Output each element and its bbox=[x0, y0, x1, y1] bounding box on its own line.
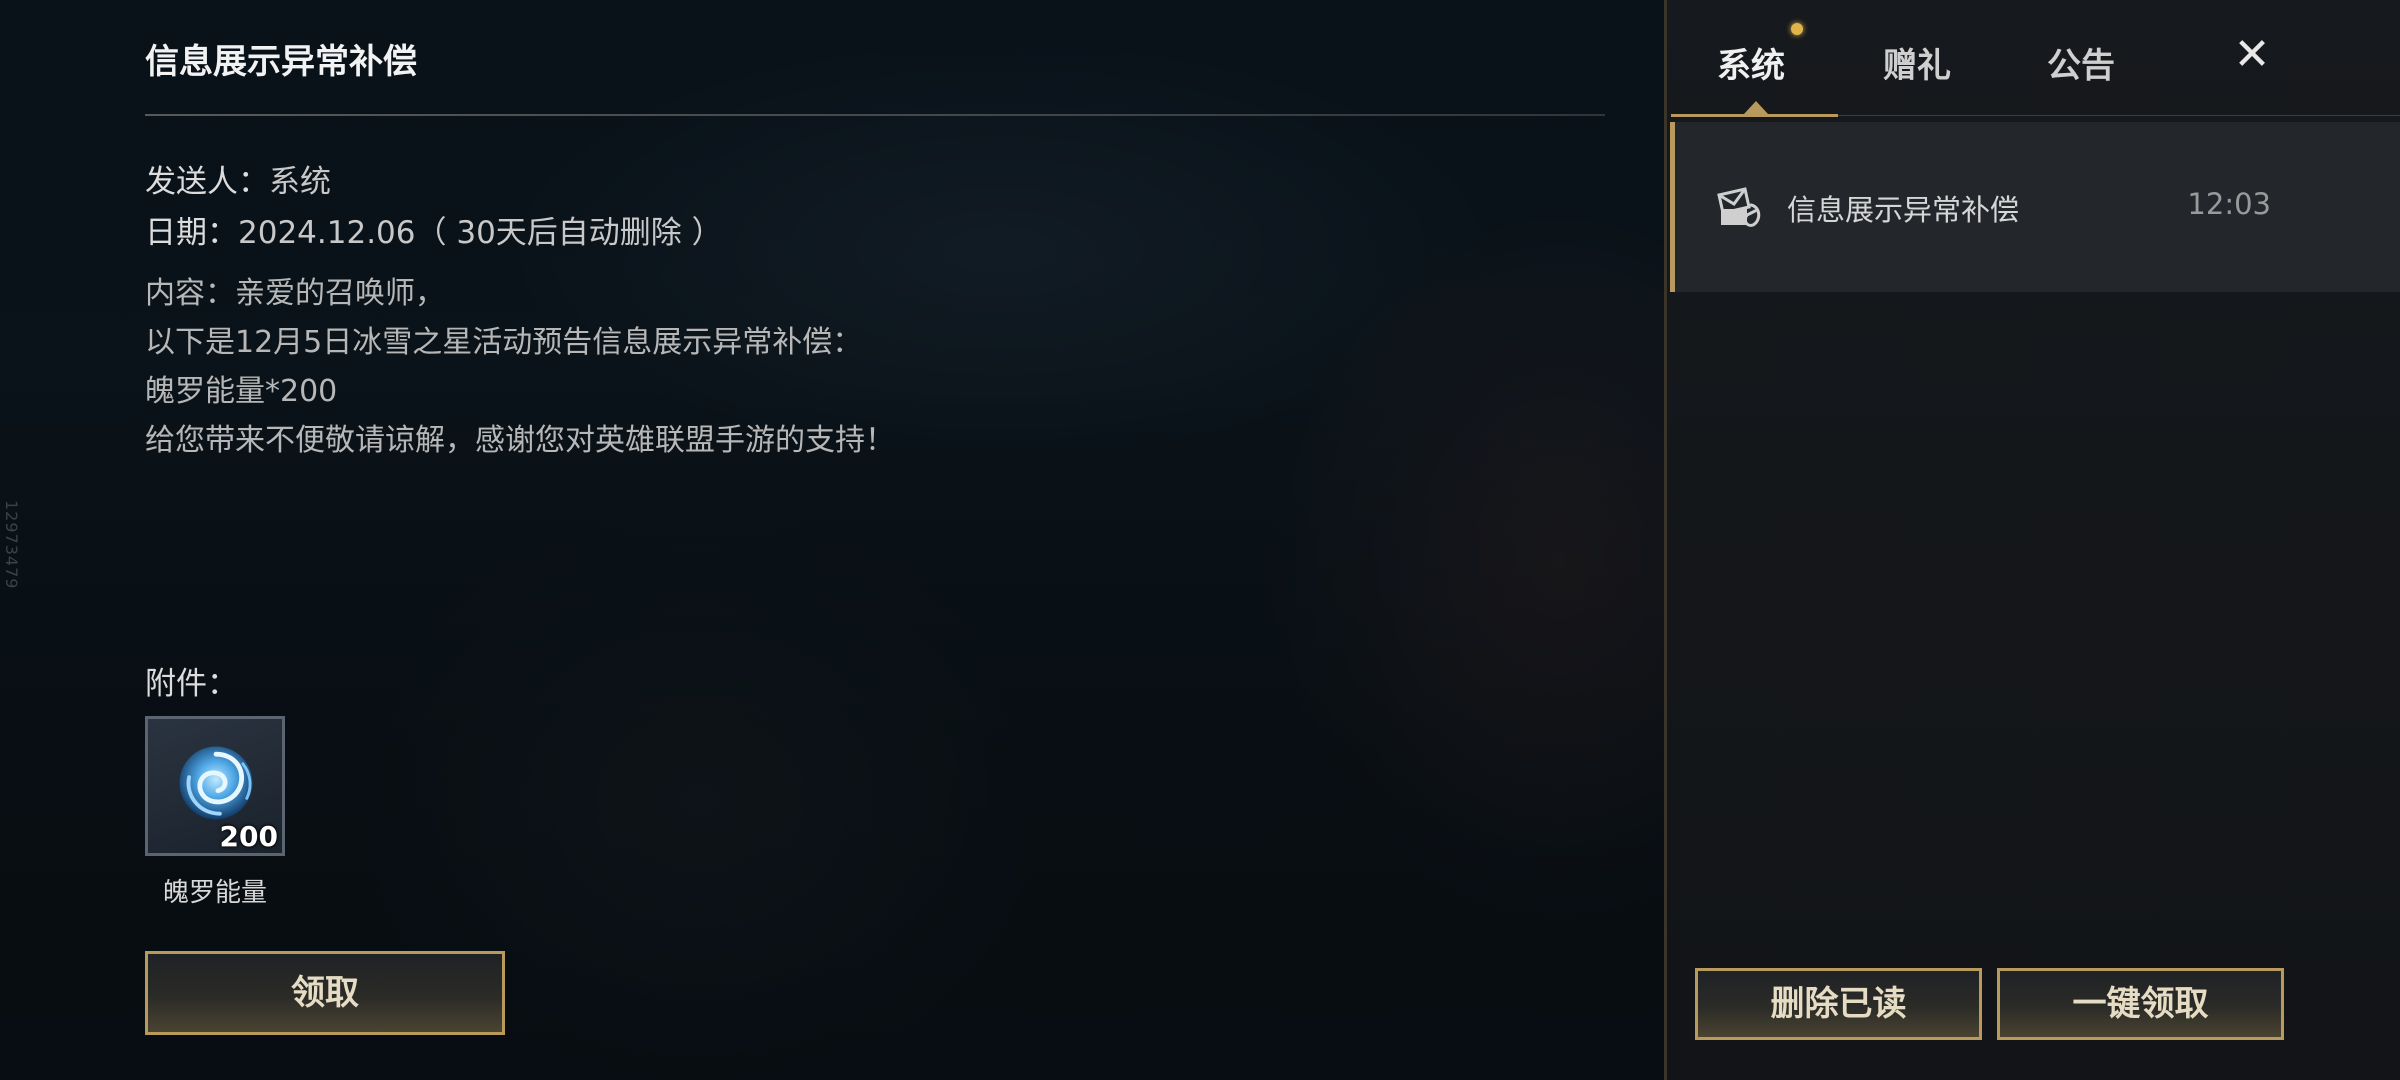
date-line: 日期：2024.12.06（ 30天后自动删除 ） bbox=[145, 207, 723, 252]
mail-screen: 12973479 信息展示异常补偿 发送人：系统 日期：2024.12.06（ … bbox=[0, 0, 2400, 1080]
sender-line: 发送人：系统 bbox=[145, 156, 331, 201]
mail-item-title: 信息展示异常补偿 bbox=[1787, 193, 2020, 227]
content-line: 以下是12月5日冰雪之星活动预告信息展示异常补偿： bbox=[145, 325, 863, 360]
content-line: 内容：亲爱的召唤师， bbox=[145, 276, 445, 311]
content-line: 魄罗能量*200 bbox=[145, 374, 338, 409]
claim-all-button[interactable]: 一键领取 bbox=[1997, 968, 2284, 1040]
mail-item-time: 12:03 bbox=[2187, 187, 2271, 221]
attachment-count: 200 bbox=[219, 820, 278, 853]
claim-button[interactable]: 领取 bbox=[145, 951, 505, 1035]
notification-dot bbox=[1791, 23, 1803, 35]
sender-value: 系统 bbox=[269, 164, 331, 200]
close-icon[interactable]: ✕ bbox=[2227, 30, 2277, 80]
sender-label: 发送人： bbox=[145, 164, 269, 200]
date-value: 2024.12.06（ 30天后自动删除 ） bbox=[238, 215, 723, 251]
delete-read-button[interactable]: 删除已读 bbox=[1695, 968, 1982, 1040]
mail-icon bbox=[1717, 187, 1761, 227]
tab-system[interactable]: 系统 bbox=[1717, 38, 1785, 87]
mail-title: 信息展示异常补偿 bbox=[145, 42, 417, 82]
side-id-label: 12973479 bbox=[2, 500, 21, 590]
mail-panel: 系统 赠礼 公告 ✕ 信息展示异常补偿 12:03 删除已读 一键领取 bbox=[1664, 0, 2400, 1080]
attachments-label: 附件： bbox=[145, 666, 238, 702]
tab-gifts[interactable]: 赠礼 bbox=[1883, 38, 1951, 87]
attachment-name: 魄罗能量 bbox=[162, 878, 267, 908]
date-label: 日期： bbox=[145, 215, 238, 251]
tab-announcements[interactable]: 公告 bbox=[2047, 38, 2115, 87]
title-divider bbox=[145, 114, 1605, 116]
poro-energy-icon bbox=[179, 746, 253, 820]
active-tab-caret bbox=[1744, 101, 1768, 114]
mail-list-item[interactable]: 信息展示异常补偿 12:03 bbox=[1670, 122, 2400, 292]
content-line: 给您带来不便敬请谅解，感谢您对英雄联盟手游的支持！ bbox=[145, 423, 895, 458]
active-tab-underline bbox=[1671, 114, 1838, 117]
tab-divider bbox=[1838, 115, 2400, 116]
attachment-item[interactable]: 200 bbox=[145, 716, 285, 856]
